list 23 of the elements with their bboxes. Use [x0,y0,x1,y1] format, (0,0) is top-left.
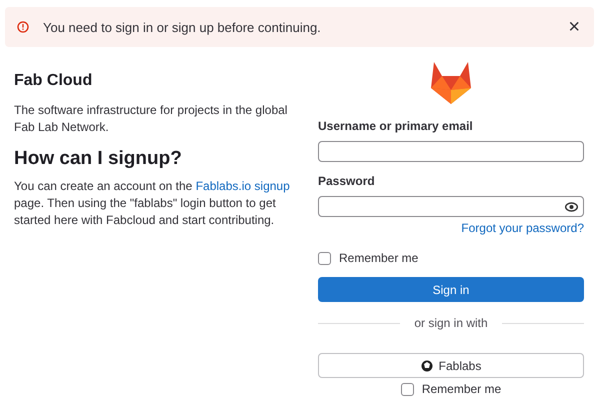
checkbox[interactable] [400,382,414,396]
username-field[interactable] [318,141,584,162]
alert-message: You need to sign in or sign up before continuing. [43,20,322,34]
field-label: Username or primary email [318,119,474,133]
sign-in-button[interactable]: Sign in [318,277,584,302]
description-text: The software infrastructure for projects in the global Fab Lab Network. [14,102,288,136]
close-button[interactable]: × [568,17,580,37]
eye-icon[interactable] [565,202,578,212]
page-title: Fab Cloud [14,72,94,90]
password-field[interactable] [318,196,584,217]
fox-logo-icon [428,60,474,106]
fablabs-button[interactable]: Fablabs [318,353,584,378]
checkbox-label: Remember me [422,382,502,396]
signup-link[interactable]: Fablabs.io signup [196,179,290,193]
globe-icon [420,360,433,372]
field-label: Password [318,174,376,188]
checkbox[interactable] [318,252,331,264]
signup-text: You can create an account on the Fablabs.io signup page. Then using the "fablabs" login button to get started here with Fabcloud and start contributing. [14,178,290,229]
warning-icon [17,21,29,33]
forgot-password-link[interactable]: Forgot your password? [461,221,584,235]
divider-text: or sign in with [414,316,488,330]
section-heading: How can I signup? [14,148,183,170]
checkbox-label: Remember me [339,251,418,265]
